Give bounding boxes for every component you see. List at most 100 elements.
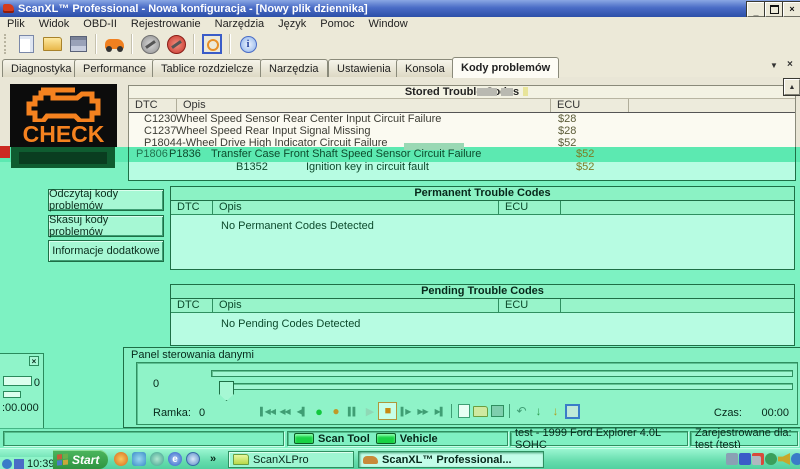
vehicle-description: test - 1999 Ford Explorer 4.0L SOHC [515, 427, 687, 451]
new-file-button[interactable] [15, 33, 37, 55]
tray-app-icon[interactable] [739, 453, 751, 465]
skip-start-button[interactable]: ▌◀◀ [259, 403, 276, 419]
table-row[interactable]: C1237 Wheel Speed Rear Input Signal Miss… [129, 125, 795, 137]
media-player-icon[interactable] [186, 452, 200, 466]
column-ecu[interactable]: ECU [499, 201, 561, 214]
app-shortcut-icon[interactable] [132, 452, 146, 466]
close-button[interactable]: × [783, 2, 800, 17]
check-engine-light: CHECK [10, 84, 117, 147]
connect-button[interactable] [139, 33, 161, 55]
pending-codes-header: Pending Trouble Codes [171, 285, 794, 299]
clear-codes-button[interactable]: Skasuj kody problemów [48, 215, 164, 237]
menu-plik[interactable]: Plik [0, 17, 32, 31]
menu-bar: Plik Widok OBD-II Rejestrowanie Narzędzi… [0, 17, 800, 31]
rewind-button[interactable]: ◀◀ [276, 403, 293, 419]
minimize-icon: _ [753, 8, 758, 17]
task-button-scanxl-app[interactable]: ScanXL™ Professional... [358, 451, 544, 468]
tab-diagnostyka[interactable]: Diagnostyka [2, 59, 81, 77]
column-opis[interactable]: Opis [213, 201, 499, 214]
play-button[interactable]: ▶ [361, 403, 378, 419]
column-dtc[interactable]: DTC [171, 299, 213, 312]
table-row[interactable]: P1806 P1836 Transfer Case Front Shaft Sp… [129, 147, 795, 161]
slider-track[interactable] [223, 383, 793, 390]
table-row[interactable]: C1230 Wheel Speed Sensor Rear Center Inp… [129, 113, 795, 125]
tray-shield-icon[interactable] [765, 453, 777, 465]
table-row[interactable]: B1352 Ignition key in circuit fault $52 [129, 161, 795, 174]
tab-close-icon[interactable]: × [787, 59, 793, 70]
tray-volume-icon[interactable] [778, 453, 790, 465]
minimize-button[interactable]: _ [747, 2, 765, 17]
menu-widok[interactable]: Widok [32, 17, 77, 31]
stored-codes-group: Stored Trouble Codes DTC Opis ECU C1230 … [128, 85, 796, 147]
browser-icon[interactable] [114, 452, 128, 466]
dashboard-button[interactable] [201, 33, 223, 55]
import-button[interactable]: ↓ [547, 403, 564, 419]
vehicle-button[interactable] [103, 33, 125, 55]
time-value: 00:00 [761, 407, 789, 419]
tab-kody-problemow[interactable]: Kody problemów [452, 57, 559, 78]
record-button[interactable]: ● [310, 403, 327, 419]
permanent-empty-message: No Permanent Codes Detected [171, 215, 794, 232]
pause-button[interactable]: ▌▌ [344, 403, 361, 419]
mark-button[interactable]: ● [327, 403, 344, 419]
tray-device-icon[interactable] [726, 453, 738, 465]
task-button-scanxlpro-folder[interactable]: ScanXLPro [228, 451, 354, 468]
menu-jezyk[interactable]: Język [271, 17, 313, 31]
tray-mute-icon[interactable] [752, 453, 764, 465]
tab-tablice[interactable]: Tablice rozdzielcze [152, 59, 262, 77]
disconnect-button[interactable] [165, 33, 187, 55]
column-ecu[interactable]: ECU [551, 99, 629, 112]
new-log-button[interactable] [455, 403, 472, 419]
tray-clock-icon[interactable] [791, 453, 800, 465]
save-file-button[interactable] [67, 33, 89, 55]
start-button[interactable]: Start [53, 450, 108, 469]
open-log-button[interactable] [472, 403, 489, 419]
ie-icon[interactable]: e [168, 452, 182, 466]
menu-window[interactable]: Window [362, 17, 415, 31]
open-file-button[interactable] [41, 33, 63, 55]
fragment-close-icon[interactable]: × [29, 356, 39, 366]
tab-label: Narzędzia [269, 63, 319, 75]
stop-button[interactable]: ■ [378, 402, 397, 420]
export-button[interactable]: ↓ [530, 403, 547, 419]
column-opis[interactable]: Opis [177, 99, 551, 112]
slider-thumb[interactable] [219, 381, 234, 401]
tray-icon[interactable] [2, 459, 12, 469]
grid-view-button[interactable] [564, 403, 581, 419]
overflow-chevron[interactable]: » [210, 453, 216, 465]
scrollbar-up-button[interactable]: ▲ [784, 79, 800, 95]
tab-scroll-down-icon[interactable]: ▼ [770, 61, 778, 70]
skip-end-button[interactable]: ▶▌ [431, 403, 448, 419]
toolbar-grip[interactable] [4, 34, 9, 54]
tab-konsola[interactable]: Konsola [396, 59, 454, 77]
fast-forward-button[interactable]: ▶▶ [414, 403, 431, 419]
tab-performance[interactable]: Performance [74, 59, 155, 77]
rewind-icon: ◀◀ [279, 407, 289, 416]
step-forward-button[interactable]: ▌▶ [397, 403, 414, 419]
column-dtc[interactable]: DTC [171, 201, 213, 214]
check-label: CHECK [23, 123, 105, 146]
tab-ustawienia[interactable]: Ustawienia [328, 59, 400, 77]
undo-button[interactable]: ↶ [513, 403, 530, 419]
column-ecu[interactable]: ECU [499, 299, 561, 312]
title-bar: ScanXL™ Professional - Nowa konfiguracja… [0, 0, 800, 17]
progress-track[interactable] [211, 370, 793, 377]
read-codes-button[interactable]: Odczytaj kody problemów [48, 189, 164, 211]
fragment-bar [3, 376, 32, 386]
menu-rejestrowanie[interactable]: Rejestrowanie [124, 17, 208, 31]
column-opis[interactable]: Opis [213, 299, 499, 312]
tray-icon[interactable] [14, 459, 24, 469]
info-button[interactable]: i [237, 33, 259, 55]
additional-info-button[interactable]: Informacje dodatkowe [48, 240, 164, 262]
restore-button[interactable] [765, 2, 783, 17]
menu-obd2[interactable]: OBD-II [76, 17, 124, 31]
menu-narzedzia[interactable]: Narzędzia [208, 17, 272, 31]
skip-end-icon: ▶▌ [435, 407, 445, 416]
menu-pomoc[interactable]: Pomoc [313, 17, 361, 31]
stored-codes-glitch-rows: P1806 P1836 Transfer Case Front Shaft Sp… [128, 147, 796, 181]
column-dtc[interactable]: DTC [129, 99, 177, 112]
tab-narzedzia[interactable]: Narzędzia [260, 59, 328, 77]
step-back-button[interactable]: ◀▌ [293, 403, 310, 419]
save-log-button[interactable] [489, 403, 506, 419]
app-shortcut-icon[interactable] [150, 452, 164, 466]
